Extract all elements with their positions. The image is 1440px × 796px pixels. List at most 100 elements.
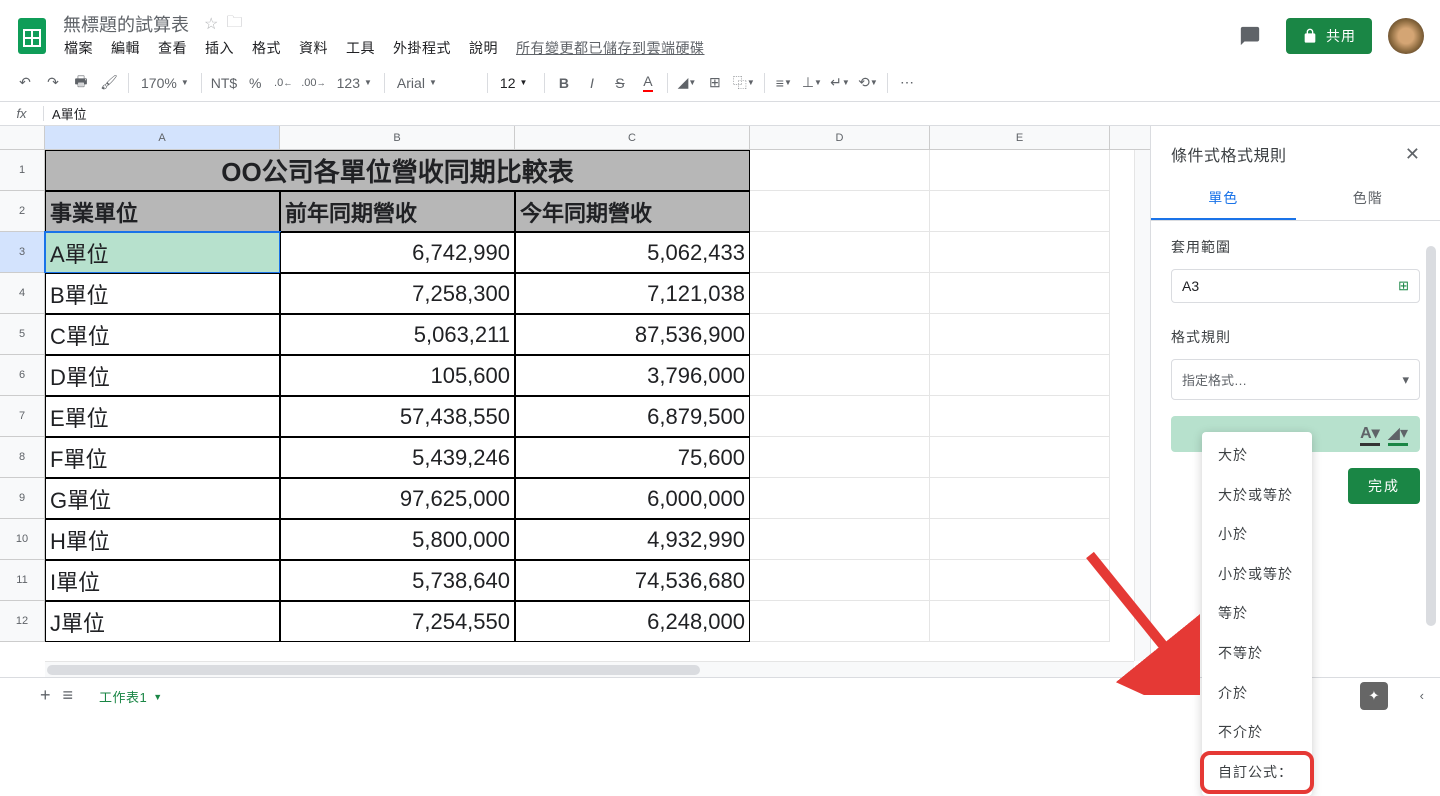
more-button[interactable]: ⋯ — [894, 70, 920, 96]
cell-d5[interactable] — [750, 314, 930, 355]
cell-c8[interactable]: 75,600 — [515, 437, 750, 478]
cell-a11[interactable]: I單位 — [45, 560, 280, 601]
cell-e7[interactable] — [930, 396, 1110, 437]
row-header-10[interactable]: 10 — [0, 519, 45, 560]
cell-d2[interactable] — [750, 191, 930, 232]
menu-tools[interactable]: 工具 — [338, 34, 383, 62]
cell-d11[interactable] — [750, 560, 930, 601]
fill-color-icon[interactable]: ◢▾ — [1388, 423, 1408, 446]
text-color-button[interactable]: A — [635, 70, 661, 96]
cell-a3[interactable]: A單位 — [45, 232, 280, 273]
header-unit[interactable]: 事業單位 — [45, 191, 280, 232]
menu-format[interactable]: 格式 — [244, 34, 289, 62]
cell-b4[interactable]: 7,258,300 — [280, 273, 515, 314]
borders-button[interactable]: ⊞ — [702, 70, 728, 96]
column-header-E[interactable]: E — [930, 126, 1110, 149]
cell-e3[interactable] — [930, 232, 1110, 273]
cell-e2[interactable] — [930, 191, 1110, 232]
menu-insert[interactable]: 插入 — [197, 34, 242, 62]
sheet-tab-1[interactable]: 工作表1 ▼ — [85, 679, 177, 712]
option-equal[interactable]: 等於 — [1202, 594, 1312, 634]
option-greater-than[interactable]: 大於 — [1202, 436, 1312, 476]
number-format-dropdown[interactable]: 123▼ — [331, 70, 378, 96]
range-input[interactable]: A3 ⊞ — [1171, 269, 1420, 303]
share-button[interactable]: 共用 — [1286, 18, 1372, 54]
cell-b11[interactable]: 5,738,640 — [280, 560, 515, 601]
tab-color-scale[interactable]: 色階 — [1296, 178, 1440, 220]
row-header-6[interactable]: 6 — [0, 355, 45, 396]
cell-e9[interactable] — [930, 478, 1110, 519]
row-header-3[interactable]: 3 — [0, 232, 45, 273]
table-title[interactable]: OO公司各單位營收同期比較表 — [45, 150, 750, 191]
cell-c10[interactable]: 4,932,990 — [515, 519, 750, 560]
cell-a8[interactable]: F單位 — [45, 437, 280, 478]
cell-d9[interactable] — [750, 478, 930, 519]
cell-d8[interactable] — [750, 437, 930, 478]
cell-d7[interactable] — [750, 396, 930, 437]
cell-b7[interactable]: 57,438,550 — [280, 396, 515, 437]
column-header-C[interactable]: C — [515, 126, 750, 149]
cell-c6[interactable]: 3,796,000 — [515, 355, 750, 396]
star-icon[interactable]: ☆ — [204, 14, 218, 34]
decrease-decimal-button[interactable]: .0← — [270, 70, 296, 96]
cell-e8[interactable] — [930, 437, 1110, 478]
cell-a6[interactable]: D單位 — [45, 355, 280, 396]
cell-b12[interactable]: 7,254,550 — [280, 601, 515, 642]
cell-c5[interactable]: 87,536,900 — [515, 314, 750, 355]
bold-button[interactable]: B — [551, 70, 577, 96]
option-custom-formula[interactable]: 自訂公式： — [1202, 753, 1312, 793]
formula-input[interactable]: A單位 — [44, 104, 1440, 123]
column-header-B[interactable]: B — [280, 126, 515, 149]
italic-button[interactable]: I — [579, 70, 605, 96]
cell-b9[interactable]: 97,625,000 — [280, 478, 515, 519]
sheets-logo[interactable] — [12, 16, 52, 56]
option-less-equal[interactable]: 小於或等於 — [1202, 555, 1312, 595]
select-range-icon[interactable]: ⊞ — [1398, 278, 1409, 294]
cell-e1[interactable] — [930, 150, 1110, 191]
option-greater-equal[interactable]: 大於或等於 — [1202, 476, 1312, 516]
menu-data[interactable]: 資料 — [291, 34, 336, 62]
percent-button[interactable]: % — [242, 70, 268, 96]
row-header-8[interactable]: 8 — [0, 437, 45, 478]
cell-e10[interactable] — [930, 519, 1110, 560]
row-header-9[interactable]: 9 — [0, 478, 45, 519]
cell-a12[interactable]: J單位 — [45, 601, 280, 642]
all-sheets-button[interactable]: ≡ — [63, 685, 74, 706]
cell-b3[interactable]: 6,742,990 — [280, 232, 515, 273]
wrap-button[interactable]: ↵▼ — [827, 70, 853, 96]
h-align-button[interactable]: ≡▼ — [771, 70, 797, 96]
cell-d4[interactable] — [750, 273, 930, 314]
comments-button[interactable] — [1230, 16, 1270, 56]
cell-d3[interactable] — [750, 232, 930, 273]
menu-help[interactable]: 說明 — [461, 34, 506, 62]
menu-view[interactable]: 查看 — [150, 34, 195, 62]
menu-edit[interactable]: 編輯 — [103, 34, 148, 62]
currency-button[interactable]: NT$ — [208, 70, 240, 96]
panel-scrollbar[interactable] — [1426, 246, 1436, 626]
close-icon[interactable]: ✕ — [1405, 144, 1420, 165]
v-align-button[interactable]: ⊥▼ — [799, 70, 825, 96]
cell-e6[interactable] — [930, 355, 1110, 396]
print-button[interactable]: 🖶 — [68, 70, 94, 96]
cell-c9[interactable]: 6,000,000 — [515, 478, 750, 519]
option-not-between[interactable]: 不介於 — [1202, 713, 1312, 753]
column-header-D[interactable]: D — [750, 126, 930, 149]
folder-icon[interactable]: 🗀 — [226, 11, 242, 38]
spreadsheet-grid[interactable]: ABCDE 1OO公司各單位營收同期比較表2事業單位前年同期營收今年同期營收3A… — [0, 126, 1150, 677]
cell-d10[interactable] — [750, 519, 930, 560]
font-size-dropdown[interactable]: 12▼ — [494, 70, 538, 96]
cell-b10[interactable]: 5,800,000 — [280, 519, 515, 560]
menu-file[interactable]: 檔案 — [56, 34, 101, 62]
row-header-11[interactable]: 11 — [0, 560, 45, 601]
collapse-panel-button[interactable]: ‹ — [1420, 688, 1424, 703]
header-curr[interactable]: 今年同期營收 — [515, 191, 750, 232]
option-not-equal[interactable]: 不等於 — [1202, 634, 1312, 674]
cell-c12[interactable]: 6,248,000 — [515, 601, 750, 642]
save-status[interactable]: 所有變更都已儲存到雲端硬碟 — [516, 38, 705, 58]
redo-button[interactable]: ↷ — [40, 70, 66, 96]
rule-type-dropdown[interactable]: 指定格式… ▾ — [1171, 359, 1420, 400]
row-header-7[interactable]: 7 — [0, 396, 45, 437]
cell-c3[interactable]: 5,062,433 — [515, 232, 750, 273]
undo-button[interactable]: ↶ — [12, 70, 38, 96]
cell-d12[interactable] — [750, 601, 930, 642]
